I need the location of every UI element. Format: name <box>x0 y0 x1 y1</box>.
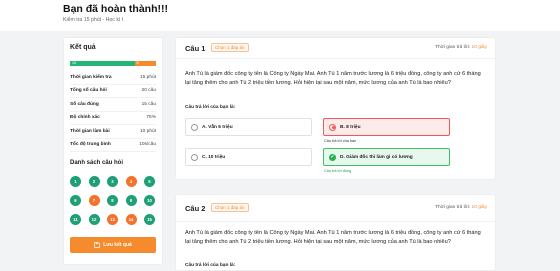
question-text: Anh Tú là giám đốc công ty tên là Công t… <box>185 230 481 245</box>
page-title: Bạn đã hoàn thành!!! <box>63 3 168 15</box>
stat-value: 10 phút <box>139 128 156 134</box>
save-result-button[interactable]: Lưu kết quả <box>70 237 156 253</box>
check-icon: ✓ <box>329 153 336 161</box>
stat-value: 15 câu <box>141 101 156 107</box>
question-nav-7[interactable]: 7 <box>88 195 100 206</box>
answer-time-value: 10 giây <box>471 45 487 50</box>
stats-list: Thời gian kiểm tra 15 phút Tổng số câu hỏ… <box>70 71 156 152</box>
stat-row: Tổng số câu hỏi 20 câu <box>70 85 156 98</box>
stat-value: 10s/câu <box>139 142 156 148</box>
result-panel: Kết quả 15 5 Thời gian kiểm tra 15 phút T… <box>63 37 163 265</box>
question-text: Anh Tú là giám đốc công ty tên là Công t… <box>185 71 481 86</box>
option-c[interactable]: C. 10 triệu <box>185 148 312 166</box>
question-nav-14[interactable]: 14 <box>125 214 137 225</box>
option-a[interactable]: A. Vẫn 6 triệu <box>185 118 312 136</box>
answer-time: Thời gian trả lời: 10 giây <box>435 45 487 50</box>
progress-correct: 15 <box>70 61 135 66</box>
option-label: B. 8 triệu <box>340 124 361 130</box>
stat-label: Tốc độ trung bình <box>70 142 111 148</box>
radio-icon <box>191 153 198 161</box>
answer-prompt: Câu trả lời của bạn là: <box>185 263 236 268</box>
question-nav-1[interactable]: 1 <box>70 176 81 187</box>
answer-time-label: Thời gian trả lời: <box>435 45 472 50</box>
stat-value: 15 phút <box>139 74 156 80</box>
question-nav-13[interactable]: 13 <box>107 214 118 225</box>
option-label: A. Vẫn 6 triệu <box>202 124 233 130</box>
question-nav-11[interactable]: 11 <box>70 214 81 225</box>
result-title: Kết quả <box>70 44 96 51</box>
question-nav-2[interactable]: 2 <box>88 176 100 187</box>
question-nav-10[interactable]: 10 <box>144 195 155 206</box>
option-d[interactable]: ✓ D. Giám đốc thì làm gì có lương <box>323 148 450 166</box>
stat-value: 75% <box>146 115 156 121</box>
question-card-2: Câu 2 Chọn 1 đáp án Thời gian trả lời: 1… <box>175 194 496 271</box>
answer-time: Thời gian trả lời: 10 giây <box>435 205 487 210</box>
question-card-1: Câu 1 Chọn 1 đáp án Thời gian trả lời: 1… <box>175 37 496 180</box>
stat-row: Số câu đúng 15 câu <box>70 98 156 112</box>
page-subtitle: Kiểm tra 15 phút - Học kì I <box>63 17 124 23</box>
stat-row: Tốc độ trung bình 10s/câu <box>70 139 156 152</box>
option-label: D. Giám đốc thì làm gì có lương <box>340 154 413 160</box>
question-nav-12[interactable]: 12 <box>88 214 100 225</box>
stat-row: Thời gian làm bài 10 phút <box>70 125 156 139</box>
radio-selected-icon <box>329 123 336 131</box>
question-number: Câu 1 <box>185 44 206 53</box>
stat-row: Thời gian kiểm tra 15 phút <box>70 71 156 85</box>
option-b[interactable]: B. 8 triệu <box>323 118 450 136</box>
your-answer-note: Câu trả lời của bạn <box>324 139 357 143</box>
radio-icon <box>191 123 198 131</box>
question-nav-9[interactable]: 9 <box>125 195 137 206</box>
question-type-badge: Chọn 1 đáp án <box>211 203 249 212</box>
question-grid: 1 2 3 4 5 6 7 8 9 10 11 12 13 14 15 <box>70 176 156 225</box>
stat-label: Độ chính xác <box>70 115 100 121</box>
answer-time-value: 10 giây <box>471 205 487 210</box>
result-progress-bar: 15 5 <box>70 61 156 66</box>
question-nav-5[interactable]: 5 <box>144 176 155 187</box>
question-type-badge: Chọn 1 đáp án <box>211 43 249 52</box>
page-header: Bạn đã hoàn thành!!! Kiểm tra 15 phút - … <box>0 0 560 31</box>
stat-label: Thời gian làm bài <box>70 128 110 134</box>
stat-value: 20 câu <box>141 88 156 94</box>
question-nav-8[interactable]: 8 <box>107 195 118 206</box>
question-nav-4[interactable]: 4 <box>125 176 137 187</box>
answer-prompt: Câu trả lời của bạn là: <box>185 105 236 110</box>
option-label: C. 10 triệu <box>202 154 226 160</box>
answer-time-label: Thời gian trả lời: <box>435 205 472 210</box>
stat-label: Số câu đúng <box>70 101 99 107</box>
correct-answer-note: Câu trả lời đúng <box>324 169 352 173</box>
question-nav-6[interactable]: 6 <box>70 195 81 206</box>
progress-wrong: 5 <box>134 61 156 66</box>
question-nav-3[interactable]: 3 <box>107 176 118 187</box>
stat-row: Độ chính xác 75% <box>70 112 156 125</box>
question-nav-15[interactable]: 15 <box>144 214 155 225</box>
question-number: Câu 2 <box>185 204 206 213</box>
question-header: Câu 2 Chọn 1 đáp án Thời gian trả lời: 1… <box>176 195 495 222</box>
save-label: Lưu kết quả <box>103 242 132 248</box>
save-icon <box>94 242 100 248</box>
question-list-title: Danh sách câu hỏi <box>70 160 124 166</box>
stat-label: Tổng số câu hỏi <box>70 88 107 94</box>
stat-label: Thời gian kiểm tra <box>70 74 112 80</box>
question-header: Câu 1 Chọn 1 đáp án Thời gian trả lời: 1… <box>176 38 495 59</box>
